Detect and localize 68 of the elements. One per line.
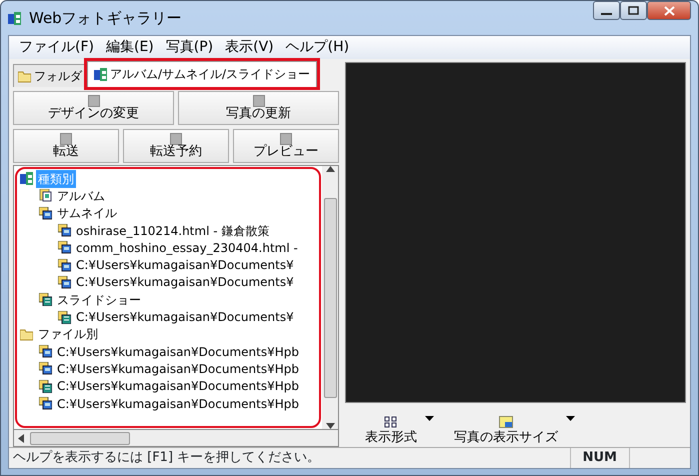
menu-item[interactable]: 写真(P) [160,37,220,58]
toolbar-button[interactable]: 転送予約 [123,129,229,163]
close-icon [664,6,674,16]
minimize-button[interactable] [593,1,620,20]
menu-item[interactable]: ファイル(F) [13,37,100,58]
picture-icon [499,416,513,428]
tab[interactable]: アルバム/サムネイル/スライドショー [87,61,318,87]
toolbar-button[interactable]: 転送 [13,129,119,163]
menu-item[interactable]: 表示(V) [219,37,280,58]
horizontal-scrollbar[interactable] [13,430,339,447]
toolbar-button[interactable]: 写真の更新 [178,91,339,125]
tree-item[interactable]: oshirase_110214.html - 鎌倉散策 [74,222,272,240]
maximize-icon [628,6,639,16]
tree-item[interactable]: comm_hoshino_essay_230404.html - [74,238,300,257]
slideshow-icon [39,293,52,306]
close-button[interactable] [647,1,691,20]
tree-item[interactable]: C:¥Users¥kumagaisan¥Documents¥Hpb [55,360,301,378]
caret-icon [566,416,575,420]
menu-item[interactable]: ヘルプ(H) [280,37,356,58]
thumbnail-icon [39,362,52,376]
tab[interactable]: フォルダ [13,64,87,87]
folder-icon [18,70,31,82]
tree-item[interactable]: C:¥Users¥kumagaisan¥Documents¥ [74,308,296,326]
tree-item[interactable]: C:¥Users¥kumagaisan¥Documents¥Hpb [55,394,301,413]
thumbnail-icon [39,345,52,358]
num-lock-indicator: NUM [570,448,630,468]
status-text: ヘルプを表示するには [F1] キーを押してください。 [12,449,320,468]
tree-item[interactable]: サムネイル [55,204,119,222]
toolbar-button[interactable]: デザインの変更 [13,91,174,125]
caret-icon [425,416,434,420]
minimize-icon [601,13,612,15]
square-icon [170,133,182,146]
thumbnail-icon [58,276,71,289]
category-icon [20,172,33,186]
album-icon [39,189,52,202]
tree-item[interactable]: C:¥Users¥kumagaisan¥Documents¥Hpb [55,342,301,361]
tree-item[interactable]: C:¥Users¥kumagaisan¥Documents¥Hpb [55,377,301,396]
vertical-scrollbar[interactable] [322,166,338,429]
thumbnail-icon [39,397,52,410]
dropdown-button[interactable] [566,416,575,420]
toolbar-button[interactable]: プレビュー [233,129,339,163]
tab-icon [94,68,107,80]
tree-item[interactable]: C:¥Users¥kumagaisan¥Documents¥ [74,273,296,292]
thumbnail-icon [39,206,52,220]
square-icon [60,133,72,146]
tree-item[interactable]: スライドショー [55,290,143,309]
tree-item[interactable]: ファイル別 [36,325,100,344]
tree-item[interactable]: C:¥Users¥kumagaisan¥Documents¥ [74,256,296,274]
slideshow-icon [39,380,52,393]
maximize-button[interactable] [620,1,647,20]
scroll-up-arrow-icon[interactable] [326,166,334,172]
square-icon [280,133,292,146]
folder-icon [20,328,33,341]
thumbnail-icon [58,258,71,272]
menu-item[interactable]: 編集(E) [100,37,160,58]
square-icon [88,95,100,108]
toolbar-button[interactable]: 写真の表示サイズ [454,416,558,447]
square-icon [252,95,264,108]
slideshow-icon [58,310,71,324]
app-icon [8,12,21,24]
dropdown-button[interactable] [425,416,434,420]
tree-item[interactable]: アルバム [55,186,107,205]
grid-icon [384,416,398,428]
thumbnail-icon [58,224,71,238]
window-title: Webフォトギャラリー [29,8,183,29]
thumbnail-icon [58,241,71,254]
scroll-down-arrow-icon[interactable] [326,423,334,429]
toolbar-button[interactable]: 表示形式 [365,416,417,447]
